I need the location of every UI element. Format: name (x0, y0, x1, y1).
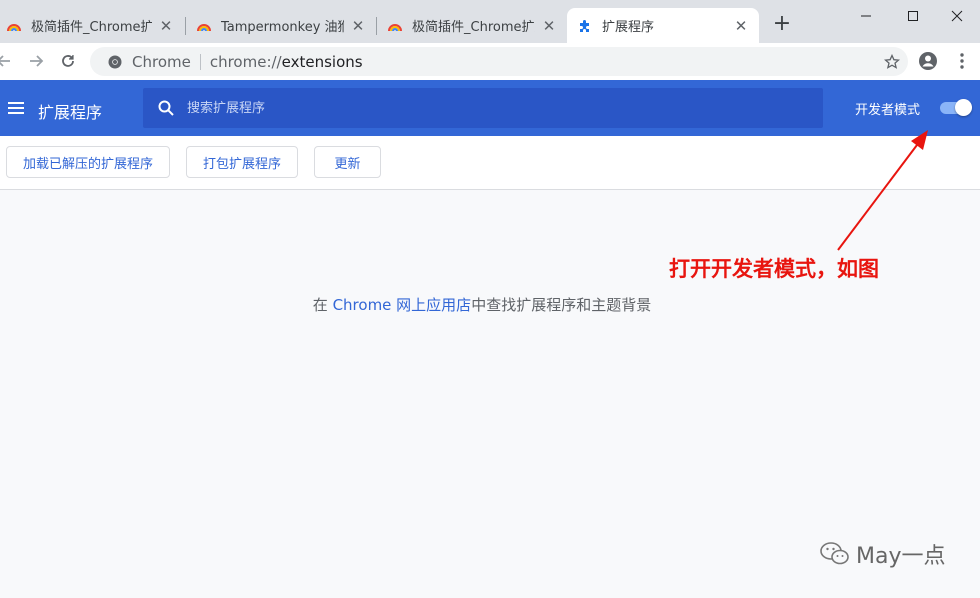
empty-prefix: 在 (312, 296, 333, 314)
profile-avatar-icon[interactable] (918, 51, 938, 71)
tab-extensions[interactable]: 扩展程序 ✕ (567, 8, 759, 43)
tab-close-icon[interactable]: ✕ (733, 17, 749, 35)
tab-title: Tampermonkey 油猴脚本 (221, 20, 344, 35)
back-arrow-icon[interactable] (0, 51, 14, 71)
dev-mode-label: 开发者模式 (855, 103, 921, 118)
address-bar[interactable]: Chrome chrome://extensions (90, 47, 908, 76)
tab-tampermonkey[interactable]: Tampermonkey 油猴脚本 ✕ (186, 8, 376, 43)
tab-close-icon[interactable]: ✕ (541, 17, 557, 35)
tab-close-icon[interactable]: ✕ (350, 17, 366, 35)
rainbow-favicon-icon (197, 23, 211, 31)
hamburger-menu-icon[interactable] (6, 98, 26, 118)
wechat-logo-icon (820, 542, 849, 565)
search-box[interactable] (143, 88, 823, 128)
omnibox-divider (199, 53, 201, 70)
rainbow-favicon-icon (7, 23, 21, 31)
empty-suffix: 中查找扩展程序和主题背景 (471, 296, 652, 314)
chrome-logo-icon (108, 55, 122, 68)
tab-title: 极简插件_Chrome扩展插件 (31, 20, 152, 35)
page-title: 扩展程序 (38, 103, 103, 122)
tab-jijian-1[interactable]: 极简插件_Chrome扩展插件 ✕ (0, 8, 184, 43)
site-label: Chrome (132, 52, 191, 71)
new-tab-icon[interactable]: + (772, 13, 792, 35)
empty-state-message: 在 Chrome 网上应用店中查找扩展程序和主题背景 (0, 294, 964, 315)
tab-title: 扩展程序 (602, 20, 655, 35)
watermark: May一点 (820, 538, 945, 570)
reload-icon[interactable] (58, 51, 78, 71)
url-text: chrome://extensions (210, 53, 363, 71)
close-window-icon[interactable] (934, 4, 980, 28)
url-host: extensions (281, 52, 363, 71)
pack-extension-button[interactable]: 打包扩展程序 (186, 146, 298, 178)
more-vert-icon[interactable] (952, 51, 972, 71)
search-icon (158, 100, 174, 116)
bookmark-star-icon[interactable] (884, 54, 900, 70)
web-store-link[interactable]: Chrome 网上应用店 (333, 296, 472, 314)
update-button[interactable]: 更新 (314, 146, 381, 178)
load-unpacked-button[interactable]: 加载已解压的扩展程序 (6, 146, 170, 178)
annotation-text: 打开开发者模式，如图 (669, 257, 879, 281)
rainbow-favicon-icon (388, 23, 402, 31)
forward-arrow-icon[interactable] (26, 51, 46, 71)
puzzle-piece-icon (580, 19, 589, 32)
annotation-arrow (837, 130, 928, 251)
search-input[interactable] (187, 96, 787, 120)
minimize-icon[interactable] (843, 4, 889, 28)
maximize-icon[interactable] (890, 4, 936, 28)
tab-strip: 极简插件_Chrome扩展插件 ✕ Tampermonkey 油猴脚本 ✕ 极简… (0, 0, 980, 43)
browser-toolbar: Chrome chrome://extensions (0, 43, 980, 80)
toggle-knob (955, 99, 972, 116)
watermark-text: May一点 (856, 544, 946, 569)
dev-mode-toggle[interactable] (940, 99, 972, 117)
tab-close-icon[interactable]: ✕ (158, 17, 174, 35)
tab-title: 极简插件_Chrome扩展插件 (412, 20, 535, 35)
tab-jijian-2[interactable]: 极简插件_Chrome扩展插件 ✕ (377, 8, 567, 43)
url-scheme: chrome:// (209, 52, 282, 71)
